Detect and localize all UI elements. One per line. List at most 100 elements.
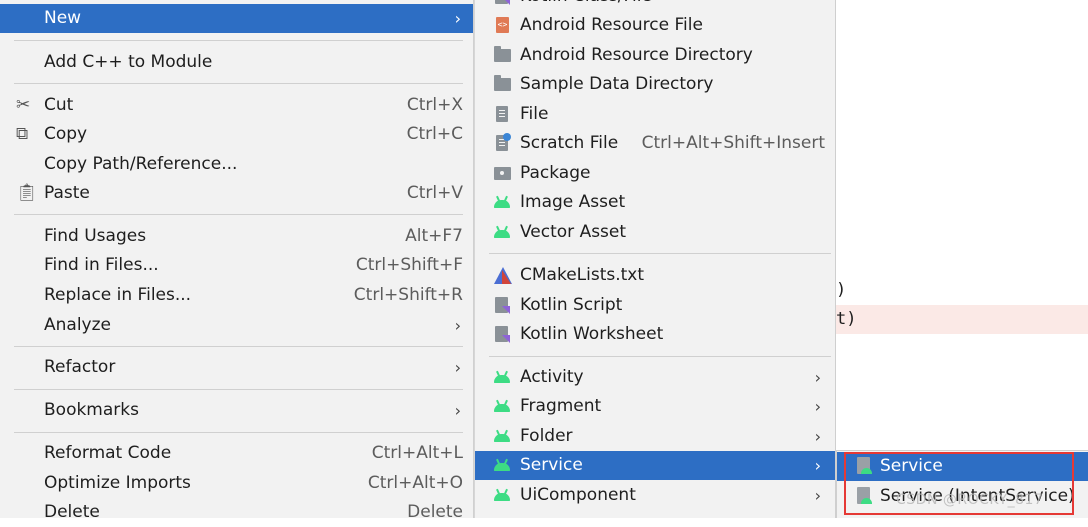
menu-item-fragment[interactable]: Fragment › <box>475 392 835 421</box>
menu-item-label: Reformat Code <box>44 443 172 463</box>
menu-item-label: Copy <box>44 124 88 144</box>
menu-item-label: UiComponent <box>520 485 636 505</box>
menu-item-label: Android Resource Directory <box>520 45 753 65</box>
menu-item-optimize-imports[interactable]: Optimize Imports Ctrl+Alt+O <box>0 469 473 498</box>
menu-item-label: Folder <box>520 426 573 446</box>
android-icon <box>493 193 512 212</box>
menu-item-label: Android Resource File <box>520 15 703 35</box>
menu-item-uicomponent[interactable]: UiComponent › <box>475 481 835 510</box>
menu-item-find-in-files[interactable]: Find in Files... Ctrl+Shift+F <box>0 251 473 280</box>
menu-item-label: Activity <box>520 367 584 387</box>
clipboard-icon: 📋︎ <box>16 183 38 203</box>
menu-separator <box>14 40 463 41</box>
menu-item-find-usages[interactable]: Find Usages Alt+F7 <box>0 222 473 251</box>
menu-item-shortcut: Ctrl+X <box>406 95 463 115</box>
menu-item-shortcut: Ctrl+C <box>406 124 463 144</box>
menu-item-activity[interactable]: Activity › <box>475 363 835 392</box>
menu-item-kotlin-script[interactable]: Kotlin Script <box>475 291 835 320</box>
menu-item-shortcut: Ctrl+Shift+R <box>353 285 463 305</box>
kotlin-script-icon <box>493 296 512 315</box>
scissors-icon: ✂ <box>16 95 31 115</box>
menu-item-file[interactable]: File <box>475 100 835 129</box>
menu-item-android-resource-file[interactable]: <> Android Resource File <box>475 11 835 40</box>
kotlin-worksheet-icon <box>493 325 512 344</box>
menu-separator <box>14 432 463 433</box>
menu-item-cmakelists[interactable]: CMakeLists.txt <box>475 261 835 290</box>
menu-item-image-asset[interactable]: Image Asset <box>475 188 835 217</box>
scratch-file-icon <box>493 133 512 153</box>
chevron-right-icon: › <box>814 427 821 446</box>
menu-item-bookmarks[interactable]: Bookmarks › <box>0 396 473 425</box>
menu-item-shortcut: Ctrl+Shift+F <box>355 255 463 275</box>
chevron-right-icon: › <box>454 9 461 28</box>
menu-item-service[interactable]: Service › <box>475 451 835 480</box>
menu-item-folder[interactable]: Folder › <box>475 422 835 451</box>
menu-item-paste[interactable]: 📋︎ Paste Ctrl+V <box>0 179 473 208</box>
menu-item-new[interactable]: New › <box>0 4 473 33</box>
menu-item-add-cpp-to-module[interactable]: Add C++ to Module <box>0 48 473 77</box>
menu-item-vector-asset[interactable]: Vector Asset <box>475 218 835 247</box>
chevron-right-icon: › <box>454 316 461 335</box>
menu-item-label: File <box>520 104 549 124</box>
menu-item-kotlin-worksheet[interactable]: Kotlin Worksheet <box>475 320 835 349</box>
folder-icon <box>493 46 512 65</box>
menu-item-label: Kotlin Class/File <box>520 0 652 11</box>
copy-icon: ⧉ <box>16 124 29 144</box>
menu-separator <box>489 253 831 254</box>
menu-item-label: Sample Data Directory <box>520 74 714 94</box>
menu-item-label: Paste <box>44 183 90 203</box>
menu-item-label: Add C++ to Module <box>44 52 213 72</box>
menu-item-label: Analyze <box>44 315 111 335</box>
folder-icon <box>493 75 512 94</box>
menu-item-android-resource-directory[interactable]: Android Resource Directory <box>475 41 835 70</box>
menu-item-label: Kotlin Worksheet <box>520 324 664 344</box>
menu-item-reformat-code[interactable]: Reformat Code Ctrl+Alt+L <box>0 439 473 468</box>
menu-item-shortcut: Ctrl+Alt+Shift+Insert <box>641 133 825 153</box>
menu-item-label: Fragment <box>520 396 602 416</box>
menu-item-sample-data-directory[interactable]: Sample Data Directory <box>475 70 835 99</box>
menu-item-analyze[interactable]: Analyze › <box>0 311 473 340</box>
menu-item-delete[interactable]: Delete Delete <box>0 498 473 527</box>
file-icon <box>493 105 512 124</box>
android-icon <box>493 223 512 242</box>
menu-item-label: Find Usages <box>44 226 147 246</box>
kotlin-file-icon <box>493 0 512 6</box>
android-icon <box>493 427 512 446</box>
menu-item-label: Service <box>520 455 583 475</box>
menu-separator <box>489 356 831 357</box>
menu-item-kotlin-class-file[interactable]: Kotlin Class/File <box>475 0 835 11</box>
menu-item-label: CMakeLists.txt <box>520 265 645 285</box>
menu-item-label: Delete <box>44 502 100 522</box>
android-icon <box>493 397 512 416</box>
menu-item-shortcut: Ctrl+V <box>406 183 463 203</box>
menu-item-label: Copy Path/Reference... <box>44 154 238 174</box>
android-icon <box>493 456 512 475</box>
menu-item-cut[interactable]: ✂ Cut Ctrl+X <box>0 91 473 120</box>
menu-item-label: Find in Files... <box>44 255 159 275</box>
menu-separator <box>14 214 463 215</box>
chevron-right-icon: › <box>814 486 821 505</box>
menu-separator <box>14 346 463 347</box>
menu-item-label: Bookmarks <box>44 400 139 420</box>
menu-item-scratch-file[interactable]: Scratch File Ctrl+Alt+Shift+Insert <box>475 129 835 158</box>
menu-item-refactor[interactable]: Refactor › <box>0 353 473 382</box>
code-line: ) <box>836 280 847 300</box>
editor-area <box>836 0 1088 518</box>
menu-item-copy[interactable]: ⧉ Copy Ctrl+C <box>0 120 473 149</box>
menu-item-label: Vector Asset <box>520 222 627 242</box>
menu-item-label: Refactor <box>44 357 116 377</box>
chevron-right-icon: › <box>814 368 821 387</box>
menu-item-shortcut: Ctrl+Alt+O <box>367 473 463 493</box>
android-resource-file-icon: <> <box>493 16 512 35</box>
menu-item-label: Package <box>520 163 591 183</box>
new-submenu: Kotlin Class/File <> Android Resource Fi… <box>474 0 836 518</box>
menu-item-label: Optimize Imports <box>44 473 191 493</box>
code-line-highlighted: t) <box>836 305 1088 334</box>
menu-item-replace-in-files[interactable]: Replace in Files... Ctrl+Shift+R <box>0 281 473 310</box>
menu-item-label: New <box>44 8 82 28</box>
menu-item-copy-path-reference[interactable]: Copy Path/Reference... <box>0 150 473 179</box>
menu-separator <box>14 83 463 84</box>
menu-separator <box>14 389 463 390</box>
context-menu: New › Add C++ to Module ✂ Cut Ctrl+X ⧉ C… <box>0 0 474 522</box>
menu-item-package[interactable]: Package <box>475 159 835 188</box>
